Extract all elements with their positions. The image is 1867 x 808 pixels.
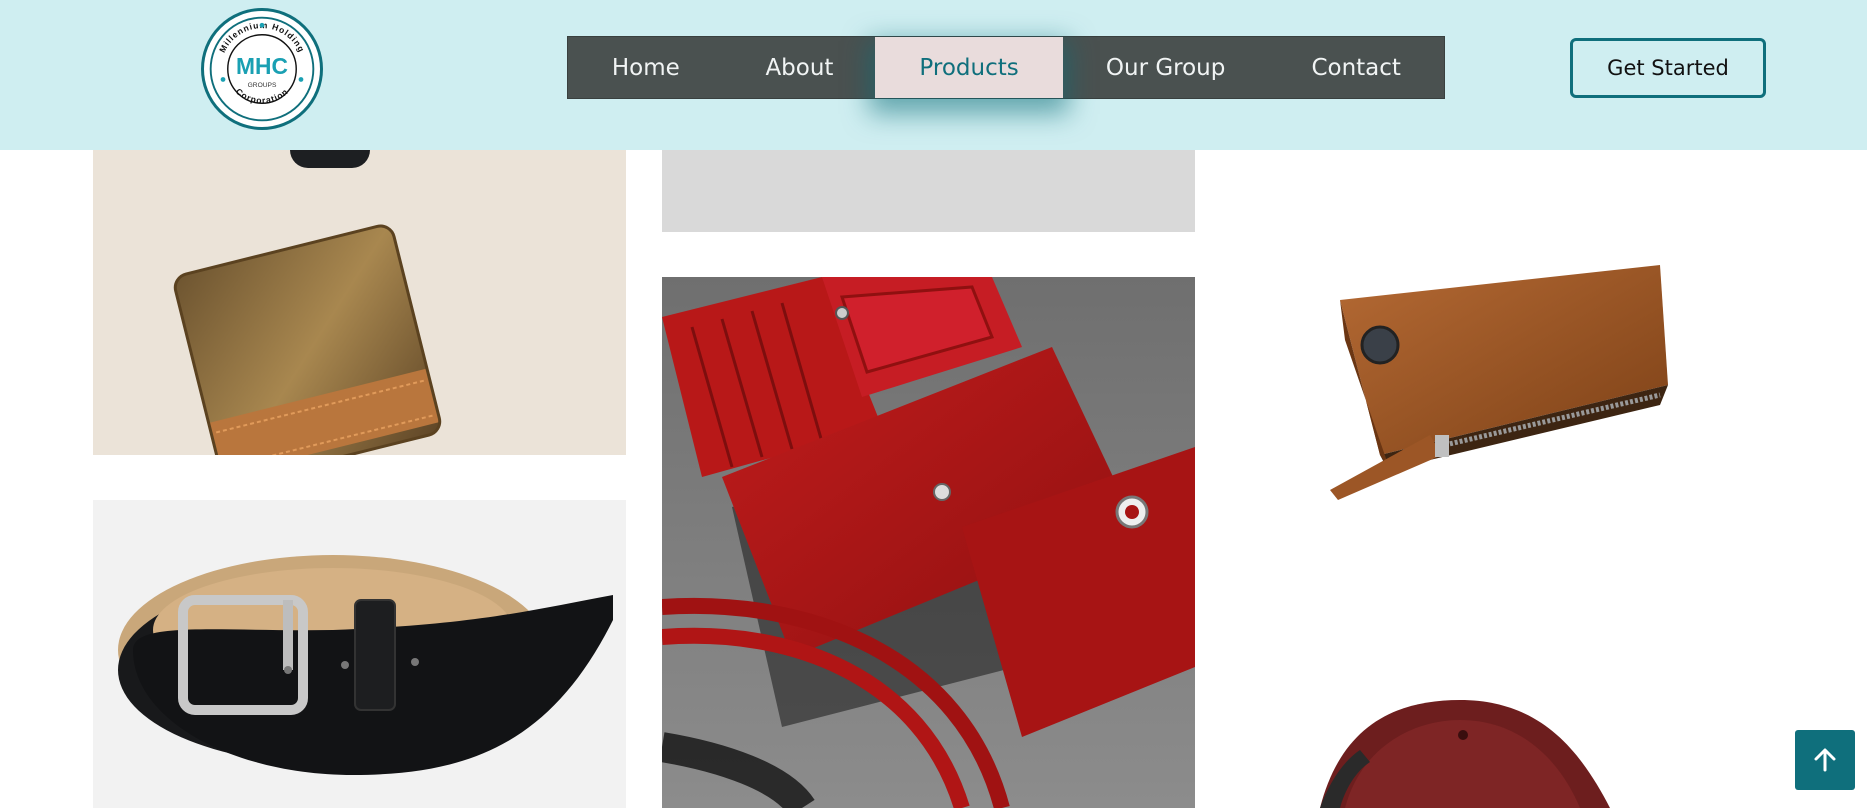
- gallery-item-gold-wallet[interactable]: [93, 140, 626, 455]
- gallery-item-maroon-belt[interactable]: [1300, 690, 1700, 808]
- gallery-item-red-wallet-set[interactable]: [662, 277, 1195, 808]
- logo-sub: GROUPS: [248, 82, 277, 89]
- company-logo[interactable]: Millennium Holding Corporation MHC GROUP…: [201, 8, 323, 130]
- belt-image: [1300, 690, 1700, 808]
- nav-products[interactable]: Products: [875, 37, 1063, 98]
- back-to-top-button[interactable]: [1795, 730, 1855, 790]
- logo-monogram: MHC: [236, 53, 288, 79]
- arrow-up-icon: [1814, 748, 1836, 772]
- gallery-item-placeholder[interactable]: [662, 140, 1195, 232]
- nav-our-group[interactable]: Our Group: [1063, 37, 1269, 98]
- image-placeholder: [662, 140, 1195, 232]
- site-header: Millennium Holding Corporation MHC GROUP…: [0, 0, 1867, 150]
- mhc-logo-icon: Millennium Holding Corporation MHC GROUP…: [209, 16, 315, 122]
- products-page: Millennium Holding Corporation MHC GROUP…: [0, 0, 1867, 808]
- gallery-item-black-belt[interactable]: [93, 500, 626, 808]
- zip-wallet-image: [1230, 200, 1770, 530]
- nav-home[interactable]: Home: [568, 37, 724, 98]
- bifold-wallet-image: [93, 140, 626, 455]
- gallery-item-brown-zip-wallet[interactable]: [1230, 200, 1770, 530]
- belt-image: [93, 500, 626, 808]
- clutch-wallet-image: [662, 277, 1195, 808]
- get-started-button[interactable]: Get Started: [1570, 38, 1766, 98]
- main-nav: Home About Products Our Group Contact: [567, 36, 1445, 99]
- dark-item-fragment: [290, 150, 370, 168]
- nav-contact[interactable]: Contact: [1268, 37, 1444, 98]
- nav-about[interactable]: About: [724, 37, 876, 98]
